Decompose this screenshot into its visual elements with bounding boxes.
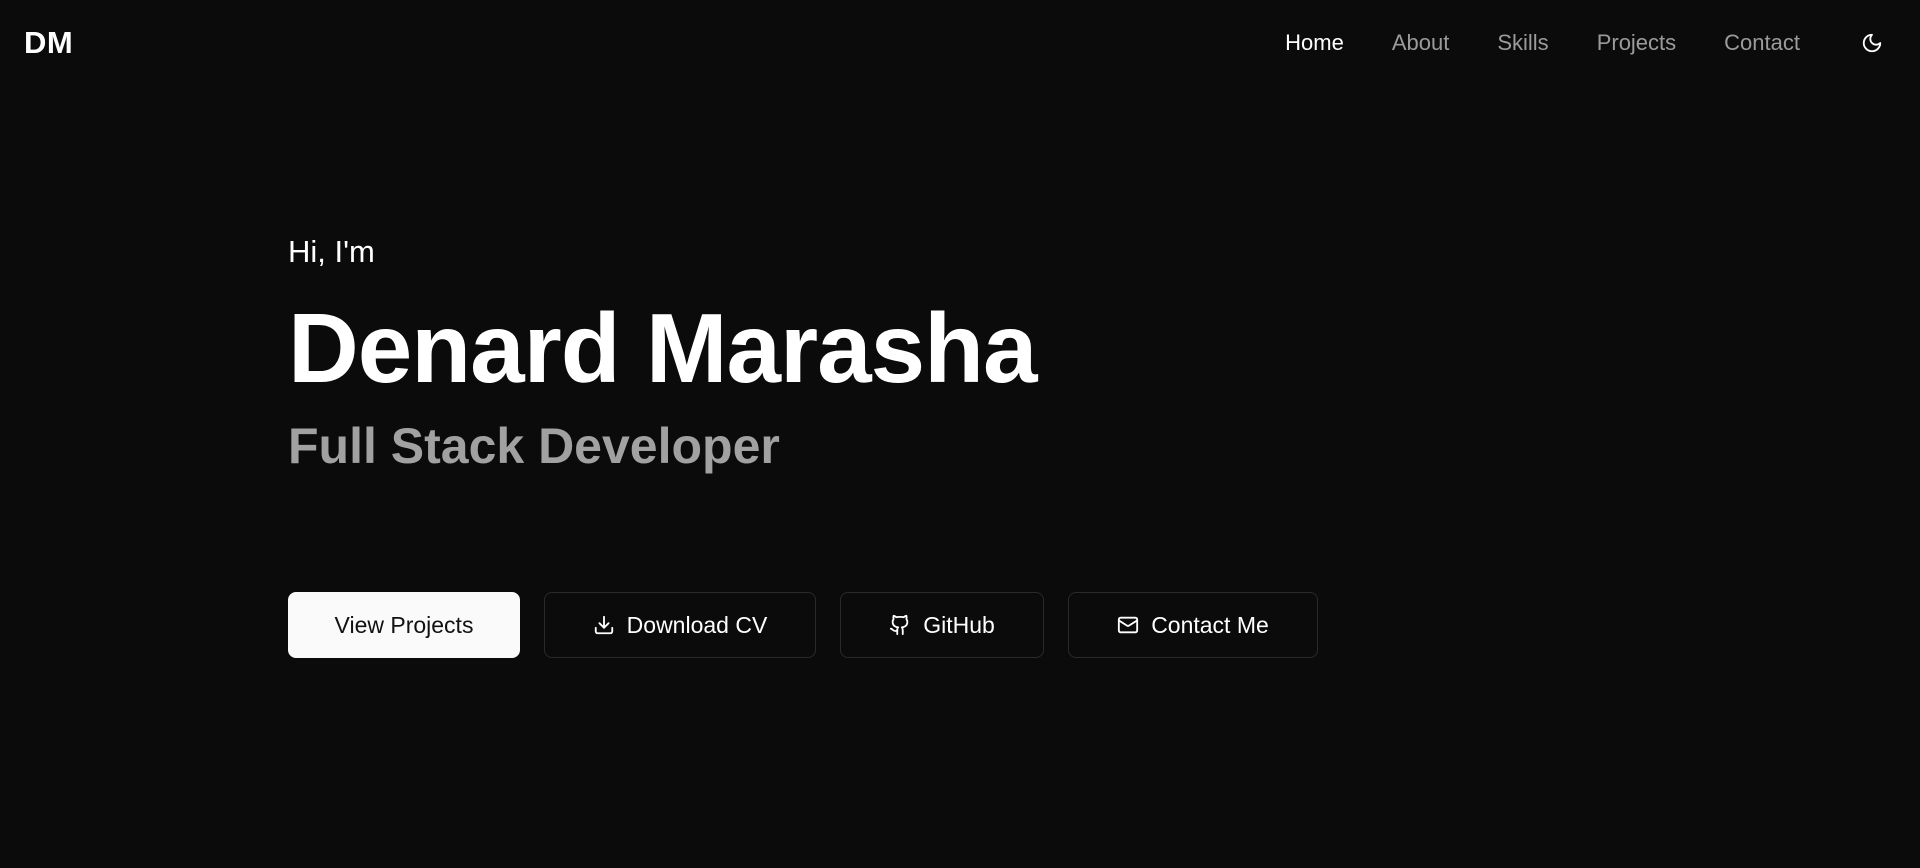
moon-icon [1862, 33, 1882, 53]
contact-me-button[interactable]: Contact Me [1068, 592, 1318, 658]
nav-link-skills[interactable]: Skills [1497, 30, 1548, 56]
nav-right: Home About Skills Projects Contact [1285, 0, 1896, 86]
nav-link-contact[interactable]: Contact [1724, 30, 1800, 56]
nav-links: Home About Skills Projects Contact [1285, 30, 1800, 56]
view-projects-button[interactable]: View Projects [288, 592, 520, 658]
mail-icon [1118, 616, 1139, 634]
hero-role: Full Stack Developer [288, 418, 780, 474]
download-cv-label: Download CV [626, 611, 768, 638]
nav-link-about[interactable]: About [1392, 30, 1450, 56]
hero-section: Hi, I'm Denard Marasha Full Stack Develo… [288, 230, 1038, 476]
view-projects-label: View Projects [334, 611, 474, 638]
theme-toggle-button[interactable] [1852, 23, 1892, 63]
navbar: DM Home About Skills Projects Contact [0, 0, 1920, 86]
download-cv-button[interactable]: Download CV [544, 592, 816, 658]
github-label: GitHub [923, 611, 995, 638]
github-button[interactable]: GitHub [840, 592, 1044, 658]
hero-actions: View Projects Download CV GitHub Contact… [288, 592, 1318, 658]
nav-link-home[interactable]: Home [1285, 30, 1344, 56]
download-icon [594, 615, 613, 635]
contact-me-label: Contact Me [1151, 611, 1269, 638]
github-icon [890, 614, 909, 636]
hero-name: Denard Marasha [288, 293, 1038, 403]
nav-link-projects[interactable]: Projects [1597, 30, 1676, 56]
logo[interactable]: DM [24, 25, 73, 61]
hero-greeting: Hi, I'm [288, 234, 375, 269]
